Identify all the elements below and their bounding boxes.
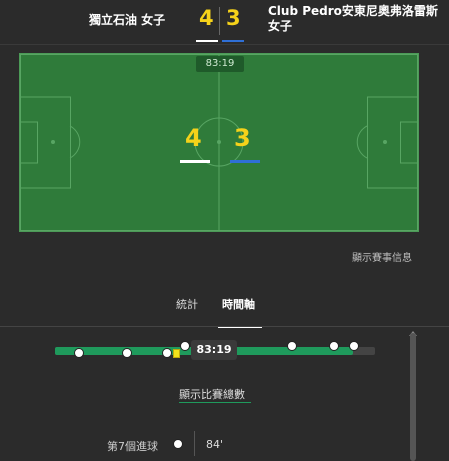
pitch-away-color-bar: [230, 160, 260, 163]
match-header: 獨立石油 女子 4 3 Club Pedro安東尼奧弗洛雷斯女子: [0, 0, 449, 44]
goal-ball-icon[interactable]: [74, 348, 84, 358]
goal-ball-icon[interactable]: [180, 341, 190, 351]
timeline-vertical-line: [194, 431, 195, 456]
goal-ball-icon[interactable]: [122, 348, 132, 358]
timeline-time-chip: 83:19: [191, 340, 237, 360]
goal-ball-icon[interactable]: [287, 341, 297, 351]
goal-ball-icon[interactable]: [329, 341, 339, 351]
pitch-markings: [20, 54, 418, 231]
tabs-divider: [0, 326, 449, 327]
show-totals-underline: [179, 402, 251, 403]
home-team-name: 獨立石油 女子: [89, 13, 166, 27]
home-color-bar: [196, 40, 218, 42]
header-divider: [0, 44, 449, 45]
event-label: 第7個進球: [107, 440, 158, 453]
timeline-event-row: 第7個進球 84': [0, 431, 449, 456]
show-match-info-link[interactable]: 顯示賽事信息: [352, 249, 412, 264]
away-team-name: Club Pedro安東尼奧弗洛雷斯女子: [268, 4, 438, 33]
pitch-away-score: 3: [234, 124, 251, 152]
pitch-home-score: 4: [185, 124, 202, 152]
tab-timeline[interactable]: 時間軸: [222, 296, 255, 312]
goal-ball-icon: [173, 439, 183, 449]
goal-ball-icon[interactable]: [349, 341, 359, 351]
tab-stats[interactable]: 統計: [176, 296, 198, 312]
score-divider: [219, 7, 220, 35]
away-score: 3: [226, 6, 241, 30]
event-minute: 84': [206, 438, 224, 451]
away-color-bar: [222, 40, 244, 42]
yellow-card-icon[interactable]: [173, 349, 180, 358]
show-match-totals-link[interactable]: 顯示比賽總數: [179, 386, 245, 402]
tab-bar: 統計 時間軸: [0, 296, 449, 328]
home-score: 4: [199, 6, 214, 30]
pitch-visualization: 83:19 4 3: [19, 53, 419, 232]
goal-ball-icon[interactable]: [162, 348, 172, 358]
match-clock: 83:19: [196, 56, 244, 72]
pitch-home-color-bar: [180, 160, 210, 163]
